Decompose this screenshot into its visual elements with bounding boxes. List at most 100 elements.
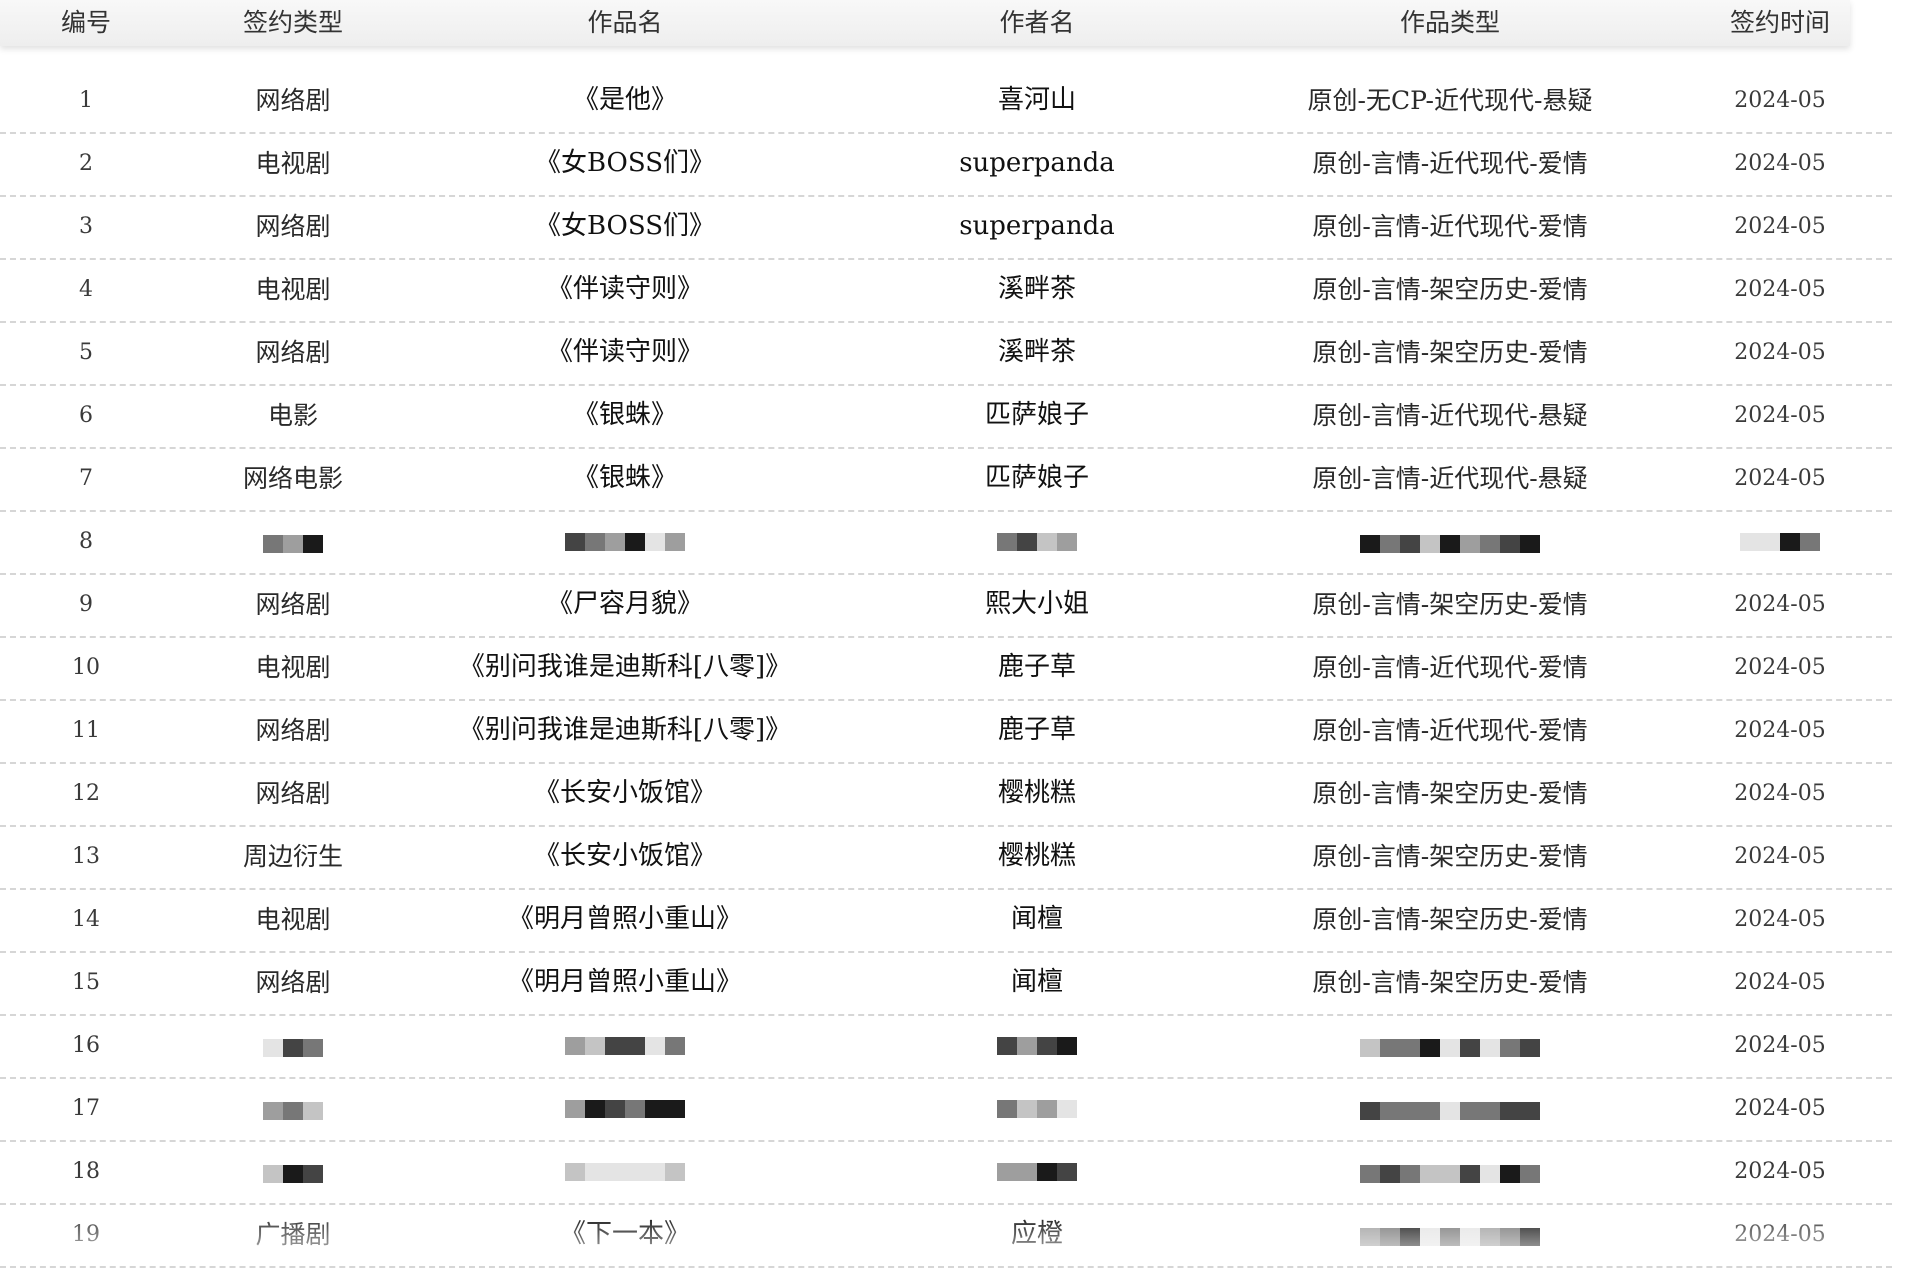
cell-sign-date: 2024-05: [1734, 781, 1826, 806]
cell-id: 16: [72, 1033, 100, 1058]
cell-id: 2: [79, 151, 93, 176]
table-row[interactable]: 9 网络剧 《尸容月貌》 熙大小姐 原创-言情-架空历史-爱情 2024-05: [0, 573, 1892, 638]
cell-sign-type: 网络剧: [255, 212, 331, 241]
cell-id: 7: [79, 466, 93, 491]
cell-sign-type: [263, 1077, 323, 1140]
table-row[interactable]: 13 周边衍生 《长安小饭馆》 樱桃糕 原创-言情-架空历史-爱情 2024-05: [0, 825, 1892, 890]
cell-genre: 原创-言情-近代现代-爱情: [1312, 716, 1588, 745]
cell-sign-type: 网络剧: [255, 338, 331, 367]
cell-author: 匹萨娘子: [984, 400, 1090, 430]
cell-genre: 原创-无CP-近代现代-悬疑: [1307, 86, 1593, 115]
table-row[interactable]: 19 广播剧 《下一本》 应橙 2024-05: [0, 1203, 1892, 1268]
table-row[interactable]: 6 电影 《银蛛》 匹萨娘子 原创-言情-近代现代-悬疑 2024-05: [0, 384, 1892, 449]
cell-title: 《长安小饭馆》: [533, 778, 717, 808]
table-row[interactable]: 11 网络剧 《别问我谁是迪斯科[八零]》 鹿子草 原创-言情-近代现代-爱情 2024-…: [0, 699, 1892, 764]
cell-author: [997, 1077, 1077, 1140]
table-row[interactable]: 3 网络剧 《女BOSS们》 superpanda 原创-言情-近代现代-爱情 2024-…: [0, 195, 1892, 260]
cell-genre: 原创-言情-架空历史-爱情: [1312, 275, 1588, 304]
cell-sign-type: 网络剧: [255, 779, 331, 808]
cell-sign-type: [263, 1140, 323, 1203]
cell-author: 应橙: [1010, 1219, 1064, 1249]
header-id[interactable]: 编号: [61, 0, 111, 46]
cell-sign-date: 2024-05: [1734, 718, 1826, 743]
cell-genre: 原创-言情-架空历史-爱情: [1312, 590, 1588, 619]
table-row[interactable]: 8: [0, 510, 1892, 575]
cell-sign-date: 2024-05: [1734, 1096, 1826, 1121]
cell-sign-type: 网络剧: [255, 590, 331, 619]
header-sign-date[interactable]: 签约时间: [1730, 0, 1830, 46]
redacted-mosaic: [263, 1164, 323, 1183]
cell-title: 《银蛛》: [572, 400, 678, 430]
redacted-mosaic: [997, 1037, 1077, 1055]
cell-author: 樱桃糕: [997, 778, 1077, 808]
cell-title: 《别问我谁是迪斯科[八零]》: [458, 715, 792, 745]
cell-title: 《长安小饭馆》: [533, 841, 717, 871]
cell-sign-date: 2024-05: [1734, 214, 1826, 239]
cell-title: 《下一本》: [559, 1219, 691, 1249]
cell-author: 鹿子草: [997, 715, 1077, 745]
redacted-mosaic: [1360, 1227, 1540, 1246]
header-author[interactable]: 作者名: [999, 0, 1074, 46]
redacted-mosaic: [565, 1037, 685, 1055]
cell-author: 鹿子草: [997, 652, 1077, 682]
cell-title: [565, 1077, 685, 1140]
cell-title: 《伴读守则》: [546, 337, 704, 367]
cell-id: 4: [79, 277, 93, 302]
cell-id: 15: [72, 970, 100, 995]
cell-genre: [1360, 1014, 1540, 1077]
redacted-mosaic: [997, 1163, 1077, 1181]
cell-author: superpanda: [959, 211, 1115, 241]
table-row[interactable]: 5 网络剧 《伴读守则》 溪畔茶 原创-言情-架空历史-爱情 2024-05: [0, 321, 1892, 386]
cell-sign-type: 周边衍生: [242, 842, 344, 871]
cell-id: 8: [79, 529, 93, 554]
cell-sign-type: 电视剧: [255, 149, 331, 178]
table-row[interactable]: 17 2024-05: [0, 1077, 1892, 1142]
cell-genre: 原创-言情-架空历史-爱情: [1312, 338, 1588, 367]
cell-sign-date: 2024-05: [1734, 907, 1826, 932]
table-row[interactable]: 14 电视剧 《明月曾照小重山》 闻檀 原创-言情-架空历史-爱情 2024-05: [0, 888, 1892, 953]
cell-genre: 原创-言情-架空历史-爱情: [1312, 905, 1588, 934]
cell-genre: [1360, 1140, 1540, 1203]
cell-sign-type: 电视剧: [255, 905, 331, 934]
table-row[interactable]: 12 网络剧 《长安小饭馆》 樱桃糕 原创-言情-架空历史-爱情 2024-05: [0, 762, 1892, 827]
cell-sign-date: 2024-05: [1734, 1033, 1826, 1058]
header-genre[interactable]: 作品类型: [1400, 0, 1500, 46]
table-row[interactable]: 18 2024-05: [0, 1140, 1892, 1205]
table-row[interactable]: 16 2024-05: [0, 1014, 1892, 1079]
cell-id: 19: [72, 1222, 100, 1247]
cell-id: 1: [79, 88, 93, 113]
header-sign-type[interactable]: 签约类型: [243, 0, 343, 46]
cell-id: 18: [72, 1159, 100, 1184]
cell-author: 熙大小姐: [984, 589, 1090, 619]
cell-sign-type: 电影: [267, 401, 319, 430]
table-row[interactable]: 10 电视剧 《别问我谁是迪斯科[八零]》 鹿子草 原创-言情-近代现代-爱情 2024-…: [0, 636, 1892, 701]
cell-sign-date: 2024-05: [1734, 466, 1826, 491]
redacted-mosaic: [1360, 534, 1540, 553]
cell-genre: 原创-言情-近代现代-悬疑: [1312, 464, 1588, 493]
cell-title: 《银蛛》: [572, 463, 678, 493]
cell-genre: 原创-言情-近代现代-爱情: [1312, 212, 1588, 241]
header-title[interactable]: 作品名: [587, 0, 662, 46]
cell-author: [997, 1140, 1077, 1203]
table-row[interactable]: 1 网络剧 《是他》 喜河山 原创-无CP-近代现代-悬疑 2024-05: [0, 69, 1892, 134]
table-row[interactable]: 7 网络电影 《银蛛》 匹萨娘子 原创-言情-近代现代-悬疑 2024-05: [0, 447, 1892, 512]
cell-id: 5: [79, 340, 93, 365]
cell-author: 闻檀: [1010, 904, 1064, 934]
cell-genre: 原创-言情-架空历史-爱情: [1312, 779, 1588, 808]
table-row[interactable]: 4 电视剧 《伴读守则》 溪畔茶 原创-言情-架空历史-爱情 2024-05: [0, 258, 1892, 323]
cell-sign-type: 网络剧: [255, 968, 331, 997]
cell-id: 17: [72, 1096, 100, 1121]
table-row[interactable]: 15 网络剧 《明月曾照小重山》 闻檀 原创-言情-架空历史-爱情 2024-05: [0, 951, 1892, 1016]
cell-genre: 原创-言情-近代现代-悬疑: [1312, 401, 1588, 430]
redacted-mosaic: [565, 1163, 685, 1181]
redacted-mosaic: [565, 1100, 685, 1118]
cell-id: 13: [72, 844, 100, 869]
redacted-mosaic: [1360, 1101, 1540, 1120]
redacted-mosaic: [263, 1038, 323, 1057]
cell-id: 10: [72, 655, 100, 680]
cell-title: 《是他》: [572, 85, 678, 115]
cell-title: 《别问我谁是迪斯科[八零]》: [458, 652, 792, 682]
cell-author: 溪畔茶: [997, 337, 1077, 367]
table-row[interactable]: 2 电视剧 《女BOSS们》 superpanda 原创-言情-近代现代-爱情 2024-…: [0, 132, 1892, 197]
cell-sign-date: 2024-05: [1734, 277, 1826, 302]
